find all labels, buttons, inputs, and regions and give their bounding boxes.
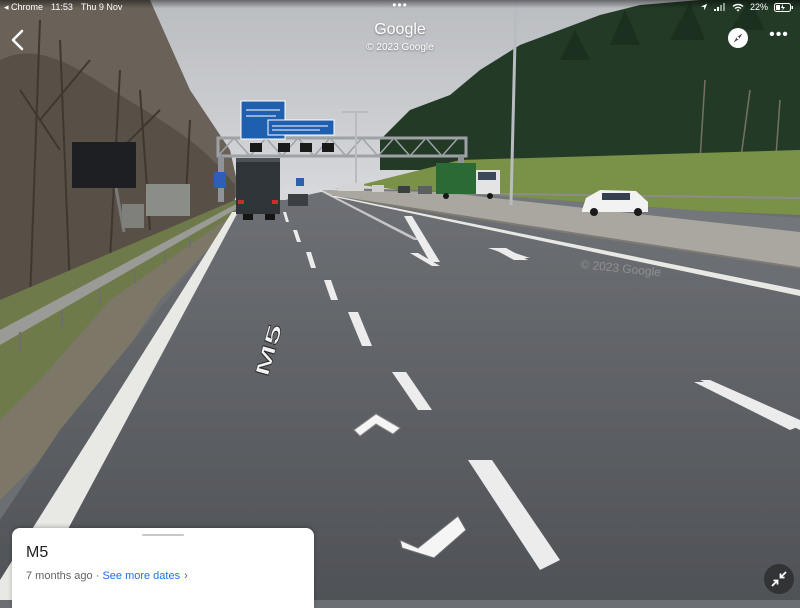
compass-icon bbox=[733, 33, 743, 43]
back-arrow-icon bbox=[11, 29, 24, 51]
wifi-icon bbox=[732, 3, 744, 11]
location-title: M5 bbox=[26, 544, 49, 561]
status-date: Thu 9 Nov bbox=[80, 2, 123, 12]
battery-charging-icon bbox=[774, 2, 793, 12]
card-drag-handle[interactable] bbox=[142, 534, 184, 536]
more-options-icon: ••• bbox=[769, 26, 789, 43]
capture-age: 7 months ago · bbox=[26, 570, 103, 582]
exit-fullscreen-button[interactable] bbox=[764, 564, 794, 594]
viewer-title: Google bbox=[374, 21, 426, 38]
chevron-right-icon: › bbox=[184, 570, 188, 582]
signal-icon bbox=[713, 3, 725, 11]
capture-date-row: 7 months ago · See more dates › bbox=[26, 570, 188, 582]
battery-percent: 22% bbox=[749, 2, 768, 12]
lorry-ahead bbox=[236, 158, 280, 220]
back-button[interactable] bbox=[6, 27, 32, 53]
street-view-panorama[interactable]: M5 © 2023 Google bbox=[0, 0, 800, 600]
back-to-app-link[interactable]: ◂ Chrome bbox=[4, 0, 43, 14]
status-time: 11:53 bbox=[51, 2, 73, 12]
more-options-button[interactable]: ••• bbox=[766, 26, 792, 48]
collapse-arrows-icon bbox=[771, 571, 787, 587]
compass-button[interactable] bbox=[728, 28, 748, 48]
viewer-copyright: © 2023 Google bbox=[366, 42, 434, 53]
status-bar: ◂ Chrome 11:53 Thu 9 Nov ••• 22% bbox=[0, 0, 800, 14]
location-icon bbox=[700, 3, 708, 11]
multitasking-dots-icon[interactable]: ••• bbox=[392, 0, 408, 11]
location-info-card[interactable]: M5 7 months ago · See more dates › bbox=[12, 528, 314, 608]
see-more-dates-link[interactable]: See more dates bbox=[102, 570, 180, 582]
